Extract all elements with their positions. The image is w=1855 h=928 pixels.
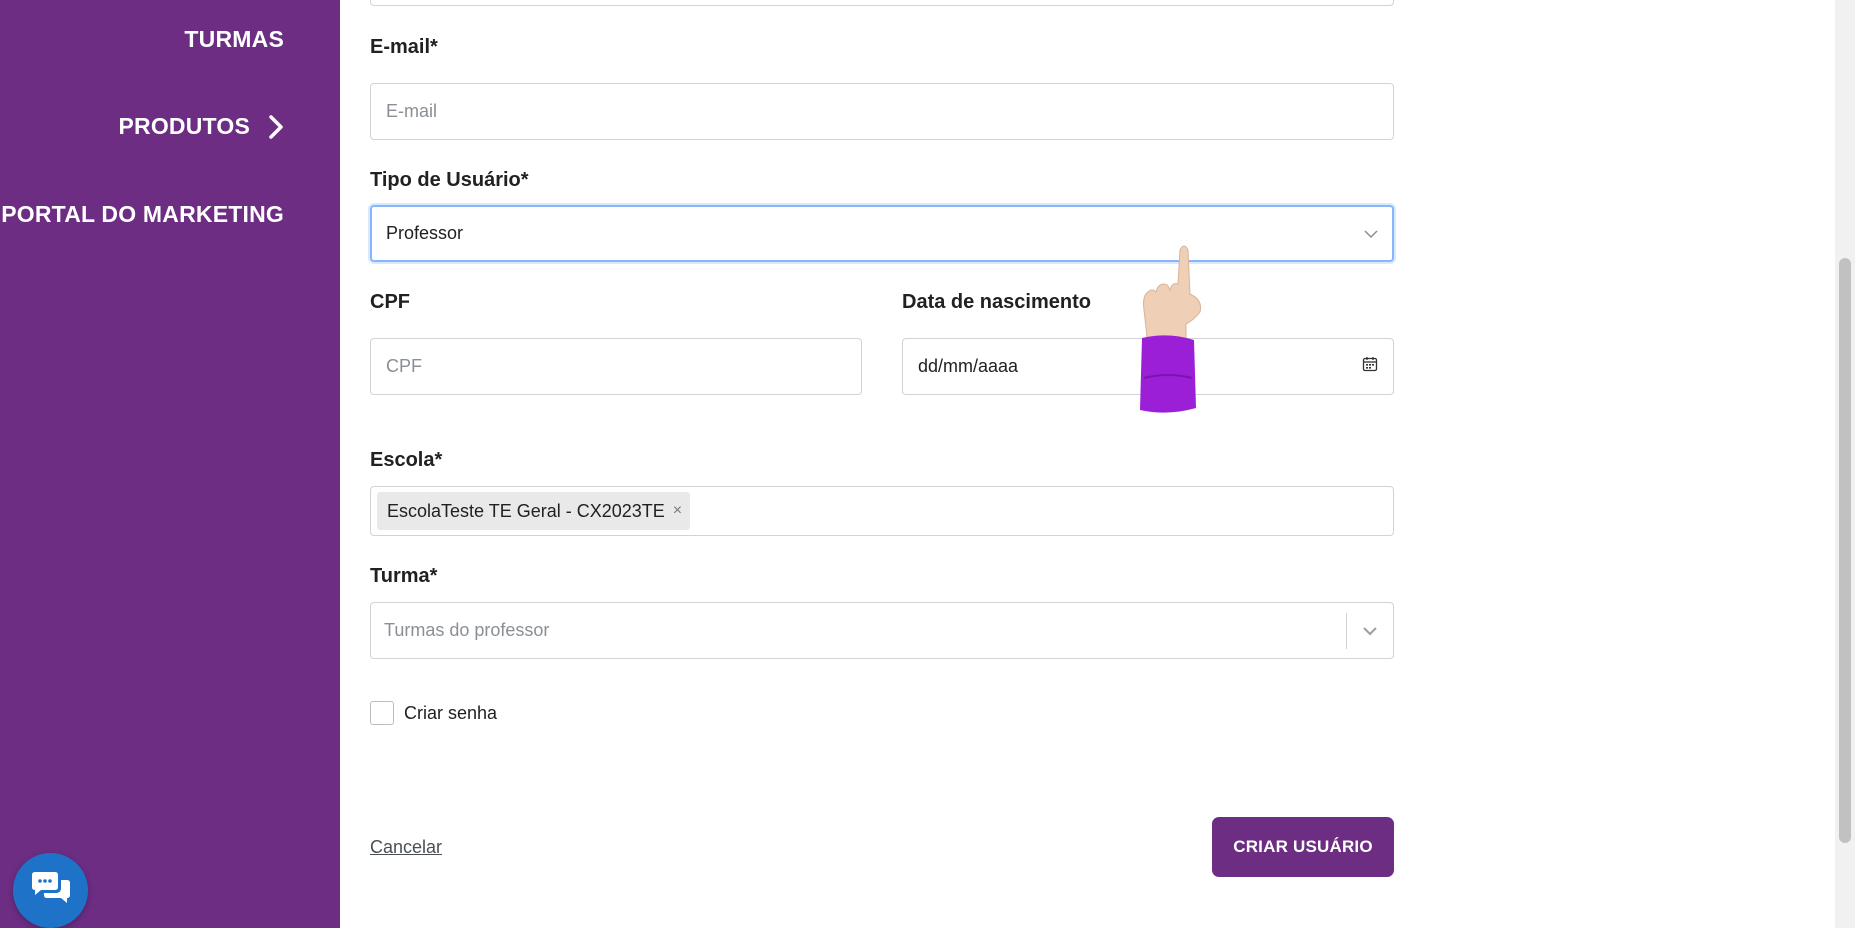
chat-button[interactable] bbox=[13, 853, 88, 928]
tipo-usuario-label: Tipo de Usuário* bbox=[370, 169, 529, 191]
nascimento-value: dd/mm/aaaa bbox=[918, 356, 1019, 376]
chevron-down-icon bbox=[1364, 223, 1378, 244]
sidebar-item-label: PRODUTOS bbox=[118, 113, 250, 139]
criar-senha-checkbox[interactable] bbox=[370, 701, 394, 725]
cancel-link[interactable]: Cancelar bbox=[370, 837, 442, 858]
chevron-right-icon bbox=[268, 114, 284, 140]
chat-bubbles-icon bbox=[30, 871, 72, 910]
cpf-field[interactable]: CPF bbox=[370, 338, 862, 395]
email-field[interactable]: E-mail bbox=[370, 83, 1394, 140]
tipo-usuario-value: Professor bbox=[386, 223, 464, 243]
cpf-placeholder: CPF bbox=[386, 356, 422, 376]
escola-chip: EscolaTeste TE Geral - CX2023TE × bbox=[377, 492, 691, 530]
sidebar-item-turmas[interactable]: TURMAS bbox=[184, 26, 284, 53]
sidebar-item-produtos[interactable]: PRODUTOS bbox=[118, 113, 284, 140]
sidebar-item-label: TURMAS bbox=[184, 26, 284, 52]
sidebar-item-label: PORTAL DO MARKETING bbox=[1, 201, 284, 227]
cpf-label: CPF bbox=[370, 291, 410, 313]
email-placeholder: E-mail bbox=[386, 101, 438, 121]
escola-chip-label: EscolaTeste TE Geral - CX2023TE bbox=[387, 500, 665, 521]
calendar-icon[interactable] bbox=[1362, 356, 1378, 377]
tipo-usuario-select[interactable]: Professor bbox=[370, 205, 1394, 262]
turma-select[interactable]: Turmas do professor bbox=[370, 602, 1394, 659]
scrollbar-thumb[interactable] bbox=[1839, 258, 1851, 843]
close-icon[interactable]: × bbox=[673, 502, 682, 520]
sidebar: TURMAS PRODUTOS PORTAL DO MARKETING bbox=[0, 0, 340, 928]
turma-placeholder: Turmas do professor bbox=[384, 620, 550, 640]
escola-label: Escola* bbox=[370, 449, 443, 471]
turma-label: Turma* bbox=[370, 565, 438, 587]
email-label: E-mail* bbox=[370, 36, 438, 58]
chevron-down-icon[interactable] bbox=[1347, 626, 1393, 636]
previous-field-edge bbox=[370, 0, 1394, 6]
nascimento-label: Data de nascimento bbox=[902, 291, 1091, 313]
escola-multiselect[interactable]: EscolaTeste TE Geral - CX2023TE × bbox=[370, 486, 1394, 536]
sidebar-item-portal-do-marketing[interactable]: PORTAL DO MARKETING bbox=[1, 201, 284, 228]
pointing-hand-cursor-icon bbox=[1128, 238, 1208, 416]
create-user-button[interactable]: CRIAR USUÁRIO bbox=[1212, 817, 1394, 877]
scrollbar-track[interactable] bbox=[1835, 0, 1855, 928]
criar-senha-label: Criar senha bbox=[404, 703, 498, 723]
